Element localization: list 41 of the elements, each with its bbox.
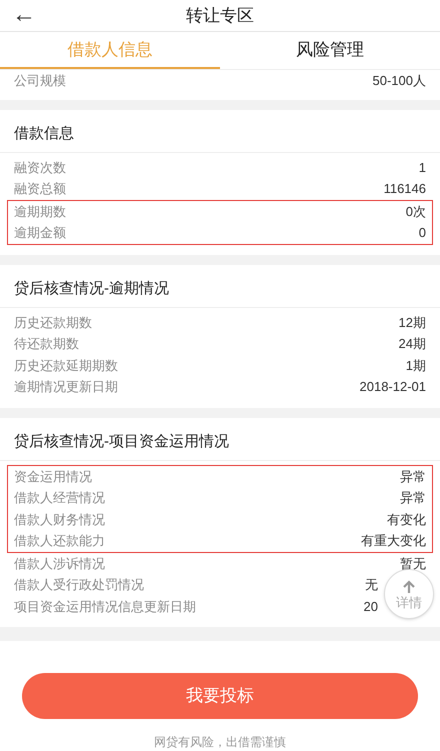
row-value: 异常	[400, 470, 426, 483]
row-value: 12期	[398, 316, 426, 329]
bid-button[interactable]: 我要投标	[22, 673, 418, 719]
row-label: 公司规模	[14, 74, 66, 88]
row-label: 历史还款期数	[14, 316, 92, 329]
row-value: 有变化	[387, 512, 426, 526]
section-title: 贷后核查情况-逾期情况	[14, 279, 170, 300]
row-value: 116146	[384, 182, 426, 196]
page-title: 转让专区	[186, 4, 254, 27]
section-title: 借款信息	[14, 124, 75, 144]
back-button[interactable]: ←	[12, 3, 36, 28]
row-label: 借款人还款能力	[14, 534, 105, 548]
row-value: 0次	[406, 204, 426, 218]
tab[interactable]: 风险管理	[220, 32, 440, 69]
row-value: 20	[364, 600, 378, 613]
row-label: 逾期期数	[14, 204, 66, 218]
row-label: 借款人经营情况	[14, 491, 105, 504]
row-label: 待还款期数	[14, 337, 79, 350]
row-label: 借款人财务情况	[14, 512, 105, 526]
row-label: 融资次数	[14, 160, 66, 174]
row-value: 50-100人	[372, 74, 426, 88]
row-value: 异常	[400, 491, 426, 504]
row-value: 暂无	[400, 556, 426, 570]
row-label: 借款人涉诉情况	[14, 556, 105, 570]
row-label: 逾期金额	[14, 226, 66, 240]
section-title: 贷后核查情况-项目资金运用情况	[14, 432, 230, 452]
row-value: 有重大变化	[361, 534, 426, 548]
row-label: 项目资金运用情况信息更新日期	[14, 600, 196, 613]
row-value: 无	[365, 578, 378, 592]
row-label: 资金运用情况	[14, 470, 92, 483]
row-label: 融资总额	[14, 182, 66, 196]
risk-notice: 网贷有风险，出借需谨慎	[154, 734, 286, 751]
row-label: 历史还款延期期数	[14, 358, 118, 372]
row-value: 0	[418, 226, 426, 240]
row-label: 逾期情况更新日期	[14, 380, 118, 394]
row-label: 借款人受行政处罚情况	[14, 578, 144, 592]
arrow-up-icon	[402, 580, 416, 594]
row-value: 1期	[406, 358, 426, 372]
row-value: 24期	[398, 337, 426, 350]
row-value: 2018-12-01	[360, 380, 426, 394]
row-value: 1	[418, 160, 426, 174]
